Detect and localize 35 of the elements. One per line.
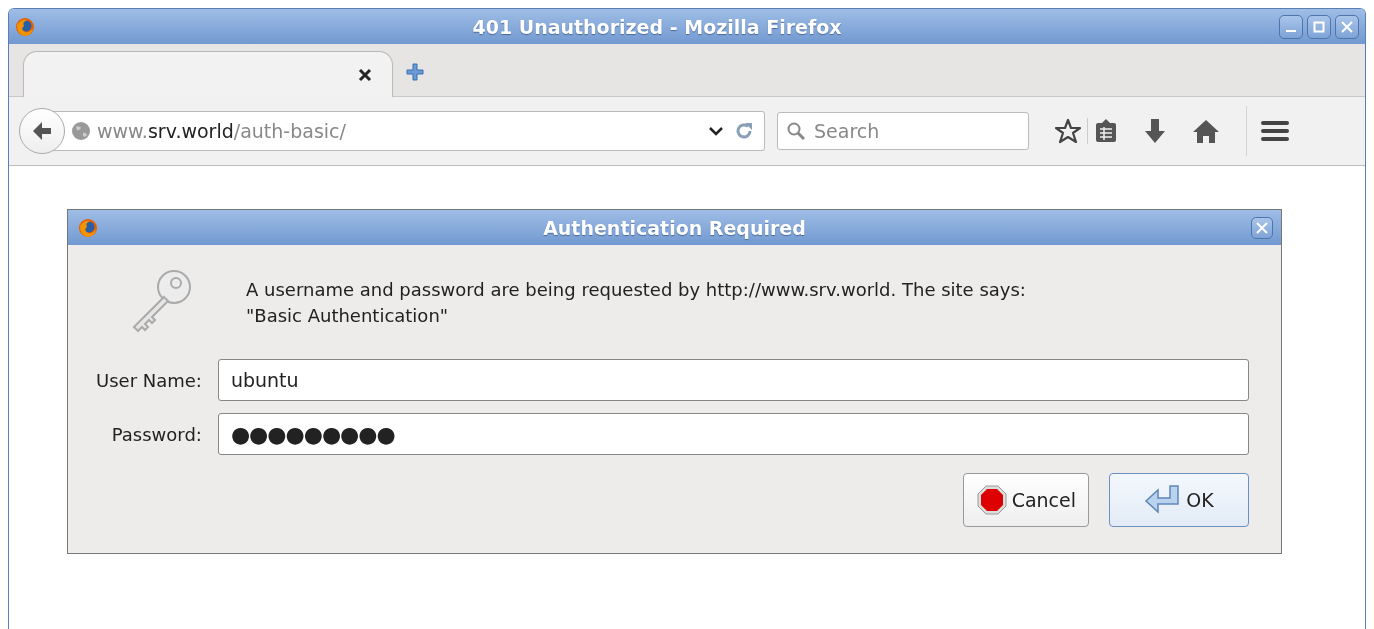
home-icon[interactable]	[1192, 118, 1220, 144]
clipboard-icon[interactable]	[1094, 118, 1118, 144]
chevron-down-icon[interactable]	[708, 125, 724, 137]
maximize-icon	[1313, 20, 1325, 33]
firefox-logo-icon	[15, 16, 35, 37]
close-button[interactable]	[1335, 14, 1359, 39]
ok-button[interactable]: OK	[1109, 473, 1249, 527]
star-icon[interactable]	[1055, 118, 1081, 144]
auth-message: A username and password are being requested by http://www.srv.world. The site says: "Basic Authentication"	[246, 278, 1027, 328]
download-icon[interactable]	[1144, 118, 1166, 144]
close-icon	[1341, 20, 1353, 33]
reload-icon[interactable]	[734, 121, 754, 141]
field-label: User Name:	[96, 369, 202, 391]
firefox-logo-icon	[78, 217, 98, 238]
close-button[interactable]	[1251, 216, 1273, 239]
search-icon	[786, 121, 806, 141]
cancel-button[interactable]: Cancel	[962, 473, 1089, 527]
stop-sign-icon	[975, 484, 1008, 516]
password-field[interactable]: ●●●●●●●●●	[217, 413, 1249, 455]
globe-icon	[71, 121, 91, 141]
url-text: www.srv.world/auth-basic/	[97, 120, 347, 142]
plus-icon[interactable]	[405, 62, 425, 82]
field-label: Password:	[110, 423, 202, 445]
username-field[interactable]: ubuntu	[217, 359, 1249, 401]
close-tab-icon[interactable]	[358, 67, 372, 82]
menu-icon[interactable]	[1261, 120, 1289, 142]
minimize-button[interactable]	[1279, 14, 1303, 39]
back-arrow-icon	[31, 120, 53, 142]
search-field[interactable]: Search	[777, 112, 1029, 150]
window-title: 401 Unauthorized - Mozilla Firefox	[471, 15, 843, 38]
back-button[interactable]	[19, 108, 65, 154]
maximize-button[interactable]	[1307, 14, 1331, 39]
close-icon	[1256, 221, 1268, 234]
minimize-icon	[1286, 29, 1296, 32]
dialog-title: Authentication Required	[542, 216, 807, 239]
